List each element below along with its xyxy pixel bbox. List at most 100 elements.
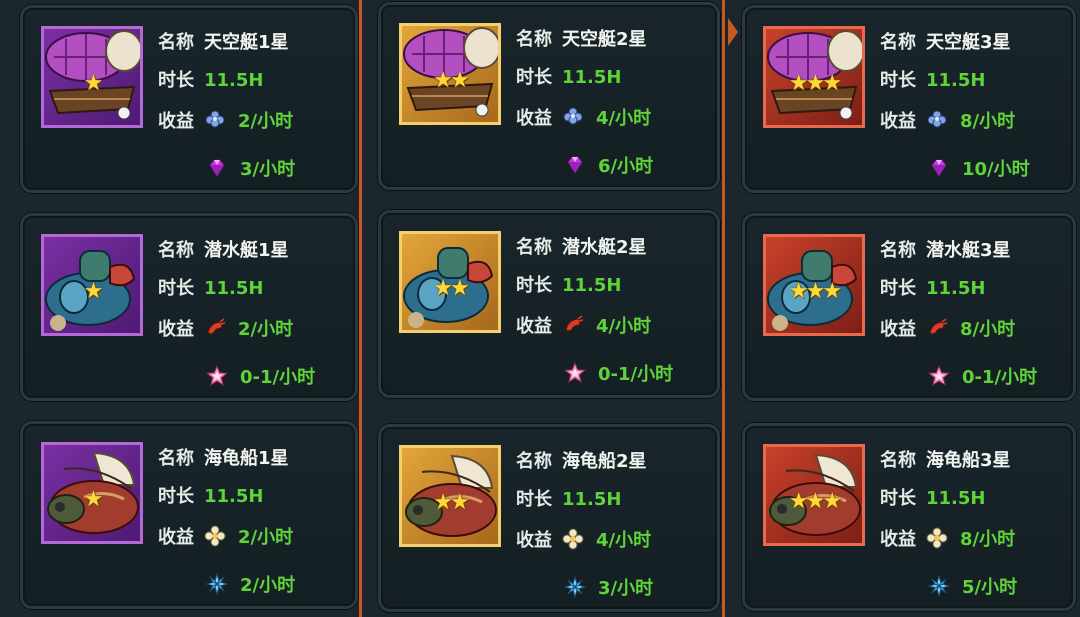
- vehicle-card[interactable]: ★★ 名称 潜水艇2星 时长 11.5H 收益 4/小时 0-1/小时: [378, 210, 720, 398]
- income-label: 收益: [516, 530, 552, 551]
- income-row: 收益 2/小时: [158, 315, 293, 341]
- vehicle-name: 天空艇2星: [562, 29, 647, 50]
- duration-value: 11.5H: [562, 489, 622, 510]
- income-row: 收益 4/小时: [516, 104, 651, 130]
- income-label: 收益: [158, 319, 194, 340]
- vehicle-name: 天空艇1星: [204, 32, 289, 53]
- income-row: 收益 4/小时: [516, 526, 651, 552]
- income-rate-secondary: 0-1/小时: [962, 367, 1038, 388]
- vehicle-name: 海龟船2星: [562, 451, 647, 472]
- name-row: 名称 天空艇1星: [158, 28, 289, 54]
- pink-star-icon: [563, 361, 587, 384]
- vehicle-portrait: ★★★: [763, 26, 865, 128]
- purple-gem-icon: [206, 157, 228, 179]
- vehicle-portrait: ★★: [399, 231, 501, 333]
- income-row-secondary: 5/小时: [918, 573, 1017, 599]
- duration-value: 11.5H: [926, 278, 986, 299]
- white-flower-icon: [562, 528, 584, 550]
- star-rating-icon: ★: [83, 487, 104, 512]
- name-row: 名称 海龟船1星: [158, 444, 289, 470]
- income-row: 收益 8/小时: [880, 315, 1015, 341]
- vehicle-card[interactable]: ★★ 名称 海龟船2星 时长 11.5H 收益 4/小时 3/小时: [378, 424, 720, 612]
- duration-label: 时长: [880, 70, 916, 91]
- star-rating-icon: ★: [83, 279, 104, 304]
- vehicle-card[interactable]: ★★★ 名称 潜水艇3星 时长 11.5H 收益 8/小时 0-1/小时: [742, 213, 1076, 401]
- income-label: 收益: [880, 529, 916, 550]
- name-row: 名称 海龟船2星: [516, 447, 647, 473]
- income-rate-primary: 2/小时: [238, 111, 294, 132]
- name-label: 名称: [880, 450, 916, 471]
- duration-row: 时长 11.5H: [880, 484, 985, 510]
- income-label: 收益: [158, 527, 194, 548]
- income-row: 收益 4/小时: [516, 312, 651, 338]
- income-rate-primary: 2/小时: [238, 319, 294, 340]
- name-label: 名称: [516, 237, 552, 258]
- purple-gem-icon: [928, 157, 950, 179]
- blue-crystal-icon: [563, 575, 587, 599]
- vehicle-name: 潜水艇2星: [562, 237, 647, 258]
- duration-row: 时长 11.5H: [880, 274, 985, 300]
- duration-row: 时长 11.5H: [516, 485, 621, 511]
- duration-label: 时长: [158, 278, 194, 299]
- name-label: 名称: [158, 448, 194, 469]
- duration-value: 11.5H: [926, 70, 986, 91]
- income-rate-primary: 8/小时: [960, 319, 1016, 340]
- income-label: 收益: [880, 111, 916, 132]
- income-row-secondary: 10/小时: [918, 155, 1030, 181]
- name-label: 名称: [158, 240, 194, 261]
- blue-crystal-icon: [205, 572, 229, 596]
- star-rating-icon: ★★★: [788, 279, 842, 304]
- blue-crystal-icon: [927, 574, 951, 598]
- star-rating-icon: ★★★: [788, 71, 842, 96]
- vehicle-card[interactable]: ★ 名称 潜水艇1星 时长 11.5H 收益 2/小时 0-1/小时: [20, 213, 358, 401]
- income-row-secondary: 3/小时: [196, 155, 295, 181]
- name-row: 名称 潜水艇3星: [880, 236, 1011, 262]
- name-row: 名称 天空艇2星: [516, 25, 647, 51]
- duration-label: 时长: [880, 488, 916, 509]
- white-flower-icon: [204, 525, 226, 547]
- star-rating-icon: ★★: [433, 276, 469, 301]
- income-row: 收益 2/小时: [158, 107, 293, 133]
- name-label: 名称: [880, 32, 916, 53]
- red-shrimp-icon: [562, 314, 584, 336]
- duration-value: 11.5H: [562, 275, 622, 296]
- duration-row: 时长 11.5H: [158, 274, 263, 300]
- income-row-secondary: 0-1/小时: [554, 360, 673, 386]
- income-rate-primary: 8/小时: [960, 529, 1016, 550]
- income-label: 收益: [516, 316, 552, 337]
- duration-label: 时长: [880, 278, 916, 299]
- name-row: 名称 潜水艇2星: [516, 233, 647, 259]
- vehicle-card[interactable]: ★★★ 名称 天空艇3星 时长 11.5H 收益 8/小时 10/小时: [742, 5, 1076, 193]
- white-flower-icon: [926, 527, 948, 549]
- income-row: 收益 2/小时: [158, 523, 293, 549]
- vehicle-card[interactable]: ★ 名称 海龟船1星 时长 11.5H 收益 2/小时 2/小时: [20, 421, 358, 609]
- pink-star-icon: [927, 364, 951, 387]
- duration-label: 时长: [158, 70, 194, 91]
- vehicle-card[interactable]: ★★★ 名称 海龟船3星 时长 11.5H 收益 8/小时 5/小时: [742, 423, 1076, 611]
- vehicle-portrait: ★: [41, 26, 143, 128]
- income-label: 收益: [880, 319, 916, 340]
- duration-label: 时长: [516, 489, 552, 510]
- duration-value: 11.5H: [204, 278, 264, 299]
- vehicle-card[interactable]: ★★ 名称 天空艇2星 时长 11.5H 收益 4/小时 6/小时: [378, 2, 720, 190]
- income-rate-secondary: 6/小时: [598, 156, 654, 177]
- income-row-secondary: 3/小时: [554, 574, 653, 600]
- blue-flower-icon: [204, 109, 226, 131]
- vehicle-name: 海龟船3星: [926, 450, 1011, 471]
- name-label: 名称: [880, 240, 916, 261]
- name-label: 名称: [158, 32, 194, 53]
- name-label: 名称: [516, 29, 552, 50]
- vehicle-name: 潜水艇3星: [926, 240, 1011, 261]
- vehicle-name: 海龟船1星: [204, 448, 289, 469]
- income-rate-primary: 4/小时: [596, 530, 652, 551]
- vehicle-portrait: ★★★: [763, 234, 865, 336]
- duration-row: 时长 11.5H: [880, 66, 985, 92]
- income-rate-primary: 8/小时: [960, 111, 1016, 132]
- duration-label: 时长: [158, 486, 194, 507]
- name-label: 名称: [516, 451, 552, 472]
- vehicle-name: 天空艇3星: [926, 32, 1011, 53]
- vehicle-portrait: ★: [41, 442, 143, 544]
- duration-row: 时长 11.5H: [158, 482, 263, 508]
- vehicle-card[interactable]: ★ 名称 天空艇1星 时长 11.5H 收益 2/小时 3/小时: [20, 5, 358, 193]
- duration-value: 11.5H: [926, 488, 986, 509]
